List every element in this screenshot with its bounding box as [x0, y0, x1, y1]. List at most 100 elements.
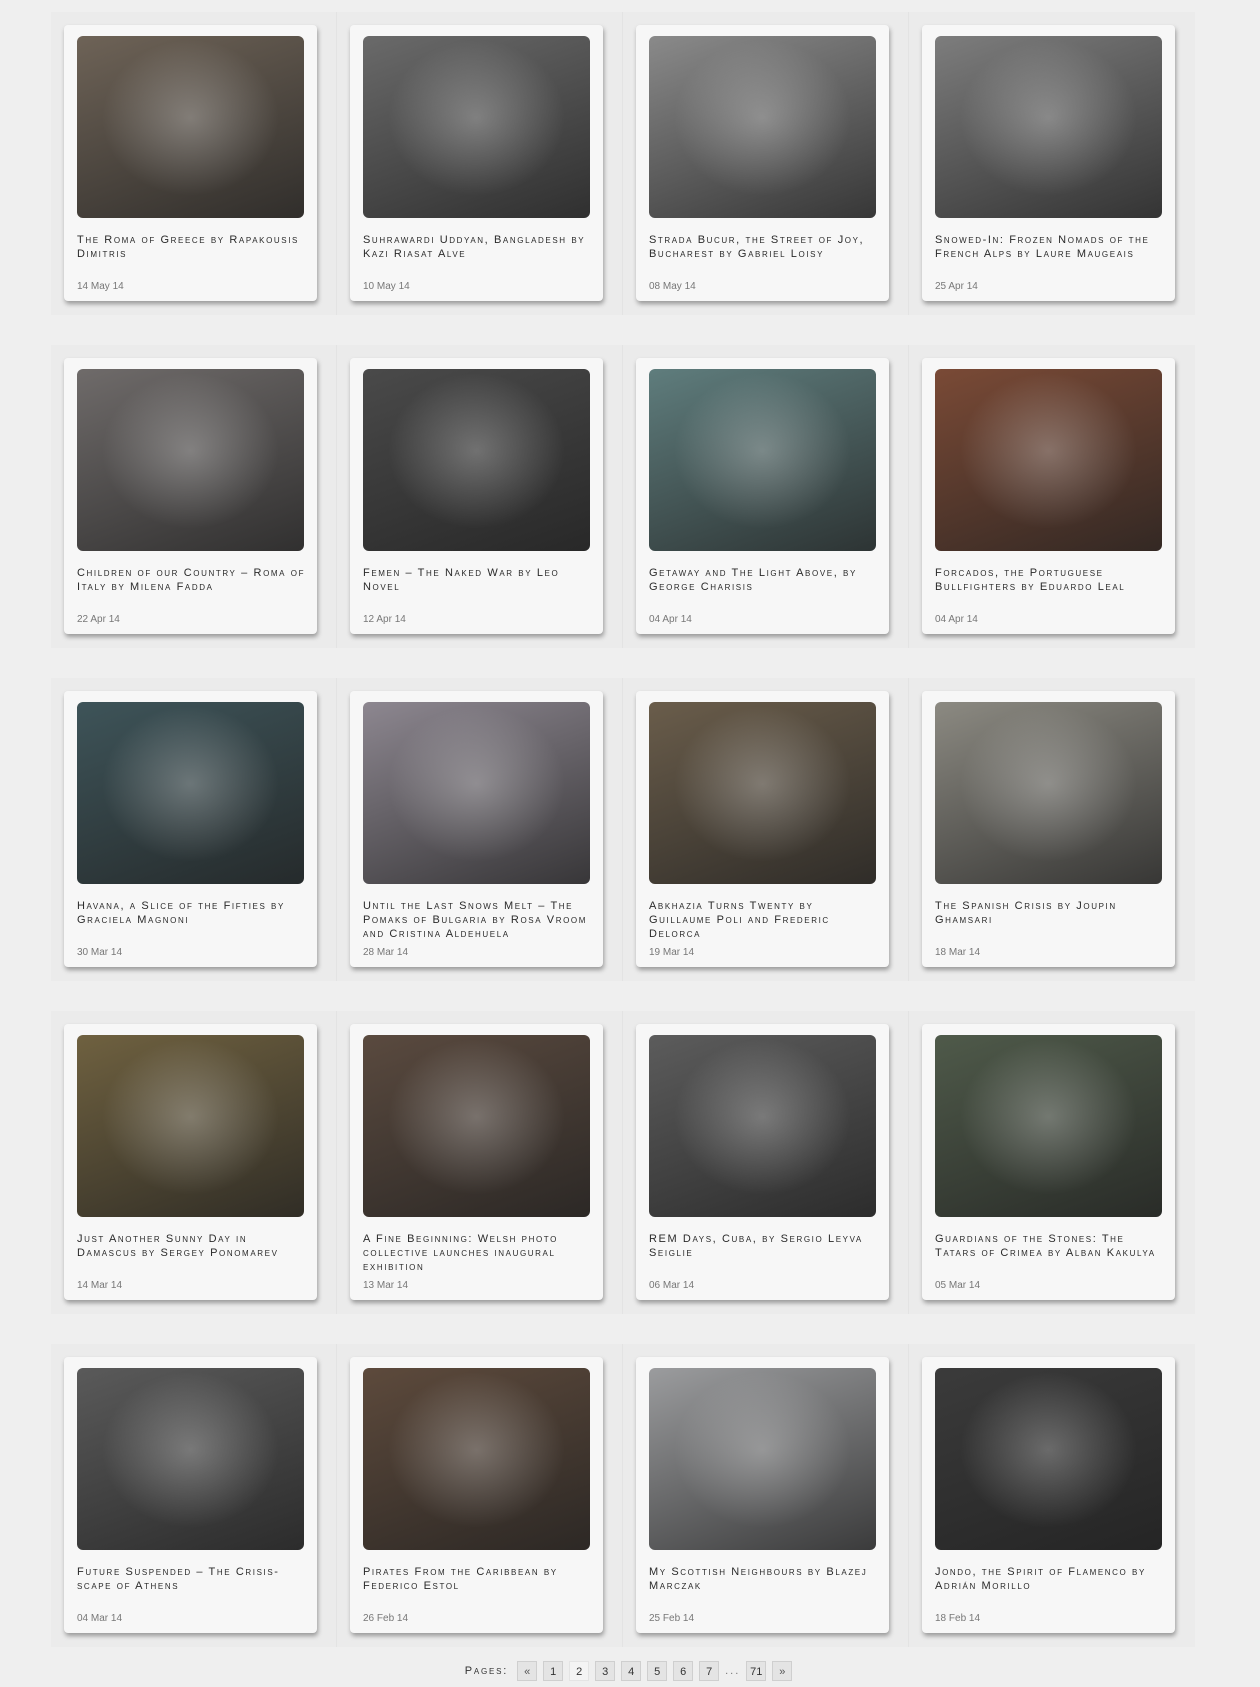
post-title-link[interactable]: Just Another Sunny Day in Damascus by Se… [77, 1232, 309, 1260]
gallery-cell: Abkhazia Turns Twenty by Guillaume Poli … [623, 678, 909, 981]
page-link[interactable]: 1 [543, 1661, 564, 1681]
post-title-link[interactable]: Suhrawardi Uddyan, Bangladesh by Kazi Ri… [363, 233, 595, 261]
photo-sleeping-family[interactable] [363, 36, 590, 218]
gallery-cell: Femen – The Naked War by Leo Novel 12 Apr… [337, 345, 623, 648]
post-title-link[interactable]: Guardians of the Stones: The Tatars of C… [935, 1232, 1167, 1260]
page-link[interactable]: 4 [621, 1661, 642, 1681]
gallery-cell: Strada Bucur, the Street of Joy, Buchare… [623, 12, 909, 315]
post-date: 05 Mar 14 [935, 1280, 981, 1291]
photo-pirate-bar[interactable] [363, 1368, 590, 1550]
post-title-link[interactable]: Children of our Country – Roma of Italy … [77, 566, 309, 594]
post-date: 19 Mar 14 [649, 947, 695, 958]
post-card[interactable]: Jondo, the Spirit of Flamenco by Adrián … [922, 1357, 1175, 1633]
photo-empty-stadium[interactable] [935, 702, 1162, 884]
post-title-link[interactable]: The Roma of Greece by Rapakousis Dimitri… [77, 233, 309, 261]
post-card[interactable]: My Scottish Neighbours by Blazej Marczak… [636, 1357, 889, 1633]
photo-child-portrait[interactable] [77, 36, 304, 218]
page-link[interactable]: 6 [673, 1661, 694, 1681]
gallery-cell: Suhrawardi Uddyan, Bangladesh by Kazi Ri… [337, 12, 623, 315]
post-card[interactable]: REM Days, Cuba, by Sergio Leyva Seiglie 0… [636, 1024, 889, 1300]
photo-redhead-car[interactable] [363, 1035, 590, 1217]
photo-woman-earring[interactable] [77, 369, 304, 551]
post-title-link[interactable]: The Spanish Crisis by Joupin Ghamsari [935, 899, 1167, 927]
gallery-cell: Getaway and The Light Above, by George C… [623, 345, 909, 648]
post-title-link[interactable]: A Fine Beginning: Welsh photo collective… [363, 1232, 595, 1274]
post-title-link[interactable]: Strada Bucur, the Street of Joy, Buchare… [649, 233, 881, 261]
current-page[interactable]: 2 [569, 1661, 590, 1681]
post-title-link[interactable]: Forcados, the Portuguese Bullfighters by… [935, 566, 1167, 594]
post-date: 13 Mar 14 [363, 1280, 409, 1291]
post-card[interactable]: Guardians of the Stones: The Tatars of C… [922, 1024, 1175, 1300]
post-date: 25 Feb 14 [649, 1613, 695, 1624]
post-title-link[interactable]: Abkhazia Turns Twenty by Guillaume Poli … [649, 899, 881, 941]
post-title-link[interactable]: My Scottish Neighbours by Blazej Marczak [649, 1565, 881, 1593]
post-date: 10 May 14 [363, 281, 410, 292]
gallery-cell: My Scottish Neighbours by Blazej Marczak… [623, 1344, 909, 1647]
post-title-link[interactable]: Future Suspended – The Crisis-scape of A… [77, 1565, 309, 1593]
photo-red-flag[interactable] [935, 1035, 1162, 1217]
post-card[interactable]: Pirates From the Caribbean by Federico E… [350, 1357, 603, 1633]
post-date: 26 Feb 14 [363, 1613, 409, 1624]
gallery-cell: Just Another Sunny Day in Damascus by Se… [51, 1011, 337, 1314]
post-title-link[interactable]: Until the Last Snows Melt – The Pomaks o… [363, 899, 595, 941]
photo-raised-hands[interactable] [77, 1368, 304, 1550]
page-link[interactable]: 7 [699, 1661, 720, 1681]
post-card[interactable]: Children of our Country – Roma of Italy … [64, 358, 317, 634]
page-link[interactable]: 5 [647, 1661, 668, 1681]
post-card[interactable]: Abkhazia Turns Twenty by Guillaume Poli … [636, 691, 889, 967]
gallery-cell: Future Suspended – The Crisis-scape of A… [51, 1344, 337, 1647]
prev-page-button[interactable]: « [517, 1661, 538, 1681]
gallery-cell: Children of our Country – Roma of Italy … [51, 345, 337, 648]
post-date: 22 Apr 14 [77, 614, 120, 625]
gallery-cell: Forcados, the Portuguese Bullfighters by… [909, 345, 1195, 648]
gallery-cell: Until the Last Snows Melt – The Pomaks o… [337, 678, 623, 981]
post-title-link[interactable]: Getaway and The Light Above, by George C… [649, 566, 881, 594]
page-link[interactable]: 3 [595, 1661, 616, 1681]
post-title-link[interactable]: REM Days, Cuba, by Sergio Leyva Seiglie [649, 1232, 881, 1260]
gallery-cell: Jondo, the Spirit of Flamenco by Adrián … [909, 1344, 1195, 1647]
post-card[interactable]: Snowed-In: Frozen Nomads of the French A… [922, 25, 1175, 301]
gallery-row: Havana, a Slice of the Fifties by Gracie… [51, 678, 1195, 981]
post-date: 30 Mar 14 [77, 947, 123, 958]
post-card[interactable]: Suhrawardi Uddyan, Bangladesh by Kazi Ri… [350, 25, 603, 301]
post-gallery: The Roma of Greece by Rapakousis Dimitri… [51, 12, 1195, 1677]
post-card[interactable]: Forcados, the Portuguese Bullfighters by… [922, 358, 1175, 634]
post-date: 25 Apr 14 [935, 281, 978, 292]
post-date: 04 Apr 14 [649, 614, 692, 625]
pagination: Pages: « 1234567 ... 71 » [0, 1660, 1260, 1682]
photo-crowd-flags[interactable] [649, 702, 876, 884]
post-card[interactable]: Getaway and The Light Above, by George C… [636, 358, 889, 634]
post-card[interactable]: Havana, a Slice of the Fifties by Gracie… [64, 691, 317, 967]
last-page-button[interactable]: 71 [746, 1661, 767, 1681]
post-card[interactable]: Femen – The Naked War by Leo Novel 12 Apr… [350, 358, 603, 634]
post-title-link[interactable]: Jondo, the Spirit of Flamenco by Adrián … [935, 1565, 1167, 1593]
photo-woman-in-water[interactable] [649, 369, 876, 551]
post-card[interactable]: A Fine Beginning: Welsh photo collective… [350, 1024, 603, 1300]
post-title-link[interactable]: Havana, a Slice of the Fifties by Gracie… [77, 899, 309, 927]
post-card[interactable]: The Spanish Crisis by Joupin Ghamsari 18 … [922, 691, 1175, 967]
gallery-cell: Snowed-In: Frozen Nomads of the French A… [909, 12, 1195, 315]
post-card[interactable]: The Roma of Greece by Rapakousis Dimitri… [64, 25, 317, 301]
photo-bullfighter[interactable] [935, 369, 1162, 551]
photo-bowed-man[interactable] [77, 1035, 304, 1217]
photo-protest-arrest[interactable] [363, 369, 590, 551]
post-card[interactable]: Until the Last Snows Melt – The Pomaks o… [350, 691, 603, 967]
post-title-link[interactable]: Pirates From the Caribbean by Federico E… [363, 1565, 595, 1593]
next-page-button[interactable]: » [772, 1661, 793, 1681]
post-date: 04 Apr 14 [935, 614, 978, 625]
photo-armed-group[interactable] [649, 1035, 876, 1217]
photo-outdoor-bed[interactable] [363, 702, 590, 884]
gallery-cell: Havana, a Slice of the Fifties by Gracie… [51, 678, 337, 981]
photo-dreamcatcher-tattoo[interactable] [935, 36, 1162, 218]
photo-flamenco-man[interactable] [935, 1368, 1162, 1550]
post-card[interactable]: Strada Bucur, the Street of Joy, Buchare… [636, 25, 889, 301]
photo-portrait-wall[interactable] [77, 702, 304, 884]
gallery-cell: Guardians of the Stones: The Tatars of C… [909, 1011, 1195, 1314]
post-card[interactable]: Future Suspended – The Crisis-scape of A… [64, 1357, 317, 1633]
post-title-link[interactable]: Femen – The Naked War by Leo Novel [363, 566, 595, 594]
post-date: 28 Mar 14 [363, 947, 409, 958]
photo-hands-over-face[interactable] [649, 36, 876, 218]
post-title-link[interactable]: Snowed-In: Frozen Nomads of the French A… [935, 233, 1167, 261]
photo-couple-sofa[interactable] [649, 1368, 876, 1550]
post-card[interactable]: Just Another Sunny Day in Damascus by Se… [64, 1024, 317, 1300]
